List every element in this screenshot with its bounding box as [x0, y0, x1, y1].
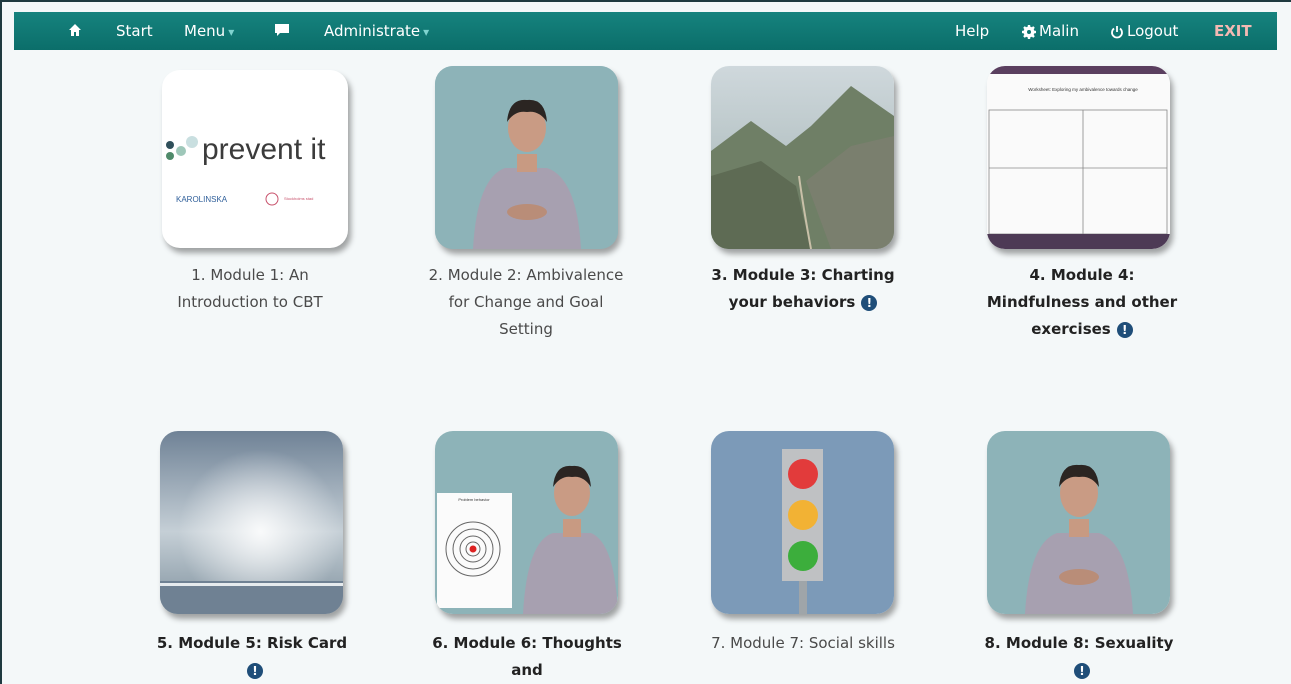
module-8-thumbnail[interactable]	[987, 431, 1170, 614]
nav-administrate-label: Administrate	[324, 22, 421, 40]
yellow-light	[788, 500, 818, 530]
module-1-title[interactable]: 1. Module 1: An Introduction to CBT	[150, 262, 350, 316]
green-light	[788, 541, 818, 571]
module-5-title[interactable]: 5. Module 5: Risk Card!	[152, 630, 352, 684]
power-icon	[1111, 25, 1123, 38]
worksheet-title: Worksheet: Exploring my ambivalence towa…	[1028, 87, 1138, 92]
module-1-thumbnail[interactable]: prevent it KAROLINSKA Stockholms stad	[162, 70, 348, 248]
worksheet-image: Worksheet: Exploring my ambivalence towa…	[987, 66, 1170, 249]
module-8-title[interactable]: 8. Module 8: Sexuality!	[979, 630, 1179, 684]
target-sheet-title: Problem behavior	[458, 497, 490, 502]
presenter-video-image	[987, 431, 1170, 614]
module-3-thumbnail[interactable]	[711, 66, 894, 249]
logo-brand-text: prevent it	[202, 133, 326, 166]
module-6-thumbnail[interactable]: Problem behavior	[435, 431, 618, 614]
message-icon[interactable]	[274, 12, 290, 50]
module-1-label: 1. Module 1: An Introduction to CBT	[177, 266, 323, 311]
top-navbar: Start Menu ▾ Administrate ▾ Help Malin Log…	[14, 12, 1277, 50]
module-2-thumbnail[interactable]	[435, 66, 618, 249]
module-4-thumbnail[interactable]: Worksheet: Exploring my ambivalence towa…	[987, 66, 1170, 249]
module-2-label: 2. Module 2: Ambivalence for Change and …	[428, 266, 624, 338]
caret-down-icon: ▾	[228, 25, 235, 39]
info-icon[interactable]: !	[1116, 321, 1133, 338]
nav-user[interactable]: Malin	[1022, 12, 1079, 50]
module-4-label: 4. Module 4: Mindfulness and other exerc…	[986, 266, 1178, 338]
nav-menu-label: Menu	[184, 22, 226, 40]
nav-menu-dropdown[interactable]: Menu ▾	[184, 12, 234, 50]
nav-logout-label: Logout	[1127, 22, 1179, 40]
module-6-label: 6. Module 6: Thoughts and	[432, 634, 622, 679]
module-6-title[interactable]: 6. Module 6: Thoughts and	[427, 630, 627, 684]
nav-user-name: Malin	[1039, 22, 1079, 40]
caret-down-icon: ▾	[423, 25, 430, 39]
module-5-label: 5. Module 5: Risk Card	[156, 634, 348, 652]
info-icon[interactable]: !	[861, 294, 878, 311]
info-icon[interactable]: !	[247, 662, 263, 679]
gear-icon	[1022, 24, 1036, 39]
info-icon[interactable]: !	[1074, 662, 1090, 679]
red-light	[788, 459, 818, 489]
nav-logout[interactable]: Logout	[1110, 12, 1178, 50]
module-3-title[interactable]: 3. Module 3: Charting your behaviors!	[703, 262, 903, 316]
nav-help[interactable]: Help	[955, 12, 989, 50]
module-2-title[interactable]: 2. Module 2: Ambivalence for Change and …	[426, 262, 626, 343]
prevent-it-logo: prevent it KAROLINSKA Stockholms stad	[166, 133, 326, 206]
module-8-label: 8. Module 8: Sexuality	[984, 634, 1174, 652]
module-7-thumbnail[interactable]	[711, 431, 894, 614]
sunlight-sea-image	[160, 431, 343, 614]
nav-exit[interactable]: EXIT	[1214, 12, 1252, 50]
nav-administrate-dropdown[interactable]: Administrate ▾	[324, 12, 429, 50]
mountain-valley-image	[711, 66, 894, 249]
module-5-thumbnail[interactable]	[160, 431, 343, 614]
module-7-label: 7. Module 7: Social skills	[711, 634, 895, 652]
module-4-title[interactable]: 4. Module 4: Mindfulness and other exerc…	[977, 262, 1187, 343]
traffic-light-image	[711, 431, 894, 614]
stockholm-logo-text: Stockholms stad	[284, 196, 313, 201]
home-icon[interactable]	[68, 12, 82, 50]
presenter-target-image: Problem behavior	[435, 431, 618, 614]
module-7-title[interactable]: 7. Module 7: Social skills	[703, 630, 903, 657]
nav-start[interactable]: Start	[116, 12, 153, 50]
karolinska-logo-text: KAROLINSKA	[176, 195, 228, 204]
presenter-video-image	[435, 66, 618, 249]
